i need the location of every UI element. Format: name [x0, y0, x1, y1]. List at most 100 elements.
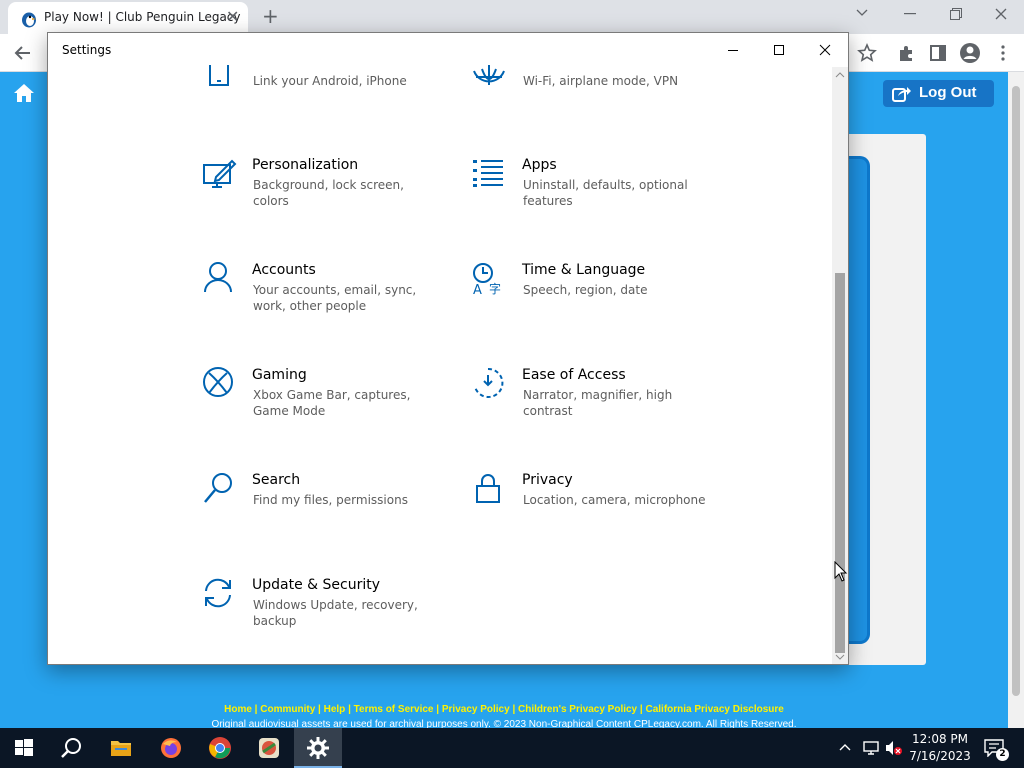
category-name: Ease of Access [522, 367, 626, 383]
tab-title: Play Now! | Club Penguin Legacy [44, 10, 241, 24]
category-ease-of-access[interactable]: Ease of Access Narrator, magnifier, high… [472, 367, 712, 447]
category-privacy[interactable]: Privacy Location, camera, microphone [472, 472, 712, 552]
category-name: Time & Language [522, 262, 646, 278]
category-desc: Location, camera, microphone [523, 493, 706, 507]
category-name: Privacy [522, 472, 573, 488]
ease-of-access-icon [474, 367, 504, 398]
category-search[interactable]: Search Find my files, permissions [202, 472, 442, 552]
category-personalization[interactable]: Personalization Background, lock screen,… [202, 157, 442, 237]
settings-window: Settings Link your Android, iPhone Wi-Fi… [47, 32, 849, 665]
browser-menu-icon[interactable] [992, 42, 1014, 64]
category-update-security[interactable]: Update & Security Windows Update, recove… [202, 577, 442, 657]
category-phone[interactable]: Link your Android, iPhone [202, 59, 442, 139]
taskbar-firefox[interactable] [147, 728, 195, 768]
category-name: Apps [522, 157, 557, 173]
log-out-label: Log Out [919, 84, 977, 101]
browser-close-icon[interactable] [995, 8, 1007, 20]
folder-icon [111, 741, 131, 756]
taskbar-chrome[interactable] [196, 728, 244, 768]
maximize-icon [774, 45, 784, 55]
category-accounts[interactable]: Accounts Your accounts, email, sync, wor… [202, 262, 442, 342]
penguin-favicon-icon [22, 12, 36, 28]
category-desc: Link your Android, iPhone [253, 74, 407, 88]
update-icon [205, 578, 231, 608]
lock-icon [476, 474, 500, 503]
taskbar-file-explorer[interactable] [97, 728, 145, 768]
share-arrow-icon [892, 87, 911, 102]
search-icon [61, 738, 81, 758]
category-apps[interactable]: Apps Uninstall, defaults, optional featu… [472, 157, 712, 237]
settings-titlebar[interactable]: Settings [48, 33, 848, 67]
browser-tab[interactable]: Play Now! | Club Penguin Legacy ✕ [8, 2, 248, 34]
settings-maximize-button[interactable] [756, 33, 802, 67]
category-name: Search [252, 472, 301, 488]
category-gaming[interactable]: Gaming Xbox Game Bar, captures, Game Mod… [202, 367, 442, 447]
time-language-icon: A字 [473, 263, 501, 298]
notification-count-badge: 2 [996, 748, 1009, 761]
taskbar-search-button[interactable] [48, 728, 96, 768]
profile-avatar-icon[interactable] [959, 42, 981, 64]
taskbar: 12:08 PM 7/16/2023 2 [0, 728, 1024, 768]
category-desc: Xbox Game Bar, captures, Game Mode [253, 388, 411, 418]
clock-date: 7/16/2023 [909, 749, 971, 763]
clock[interactable]: 12:08 PM 7/16/2023 [904, 731, 976, 765]
category-desc: Background, lock screen, colors [253, 178, 404, 208]
new-tab-button[interactable]: + [262, 5, 279, 27]
browser-minimize-icon[interactable] [904, 13, 916, 15]
xbox-icon [203, 367, 233, 397]
tab-close-icon[interactable]: ✕ [226, 8, 239, 26]
log-out-button[interactable]: Log Out [883, 80, 994, 107]
tab-search-chevron-icon[interactable] [856, 9, 868, 17]
extensions-puzzle-icon[interactable] [895, 42, 917, 64]
close-icon [819, 44, 831, 56]
apps-icon [473, 160, 503, 187]
game-card [848, 156, 870, 644]
windows-logo-icon [15, 739, 33, 756]
firefox-icon [161, 738, 181, 758]
phone-icon [209, 65, 229, 86]
gear-icon [307, 737, 329, 759]
bookmark-star-icon[interactable] [856, 42, 878, 64]
clock-time: 12:08 PM [912, 732, 968, 746]
category-name: Gaming [252, 367, 307, 383]
svg-text:A: A [473, 283, 482, 298]
scroll-up-arrow-icon[interactable] [835, 70, 845, 80]
category-desc: Narrator, magnifier, high contrast [523, 388, 673, 418]
network-icon[interactable] [862, 740, 880, 756]
category-desc: Find my files, permissions [253, 493, 408, 507]
globe-icon [473, 65, 505, 85]
taskbar-app[interactable] [245, 728, 293, 768]
browser-restore-icon[interactable] [950, 8, 962, 20]
app-icon [259, 738, 279, 758]
tray-chevron-up-icon[interactable] [839, 743, 851, 751]
footer-copyright: Original audiovisual assets are used for… [211, 719, 797, 728]
taskbar-settings[interactable] [294, 728, 342, 768]
page-scrollbar-thumb[interactable] [1012, 86, 1020, 696]
volume-muted-icon[interactable] [885, 740, 903, 756]
start-button[interactable] [0, 728, 48, 768]
category-name: Update & Security [252, 577, 381, 593]
person-icon [204, 262, 232, 293]
settings-close-button[interactable] [802, 33, 848, 67]
mouse-cursor-icon [834, 561, 848, 582]
settings-title: Settings [62, 43, 112, 57]
back-arrow-icon[interactable] [12, 42, 34, 64]
browser-tab-strip: Play Now! | Club Penguin Legacy ✕ + [0, 0, 1024, 34]
search-icon [204, 473, 232, 503]
svg-text:字: 字 [489, 281, 501, 296]
footer-links[interactable]: Home | Community | Help | Terms of Servi… [0, 704, 1008, 715]
category-desc: Wi-Fi, airplane mode, VPN [523, 74, 679, 88]
category-time-language[interactable]: A字 Time & Language Speech, region, date [472, 262, 712, 342]
chrome-icon [209, 737, 231, 759]
personalization-icon [203, 159, 237, 188]
side-panel-icon[interactable] [927, 42, 949, 64]
category-desc: Uninstall, defaults, optional features [523, 178, 688, 208]
category-desc: Windows Update, recovery, backup [253, 598, 418, 628]
scroll-down-arrow-icon[interactable] [835, 652, 845, 662]
minimize-icon [728, 50, 738, 51]
settings-scrollbar-thumb[interactable] [835, 273, 845, 653]
page-scrollbar[interactable] [1008, 72, 1024, 728]
settings-minimize-button[interactable] [710, 33, 756, 67]
home-icon[interactable] [12, 82, 36, 104]
category-network[interactable]: Wi-Fi, airplane mode, VPN [472, 59, 712, 139]
